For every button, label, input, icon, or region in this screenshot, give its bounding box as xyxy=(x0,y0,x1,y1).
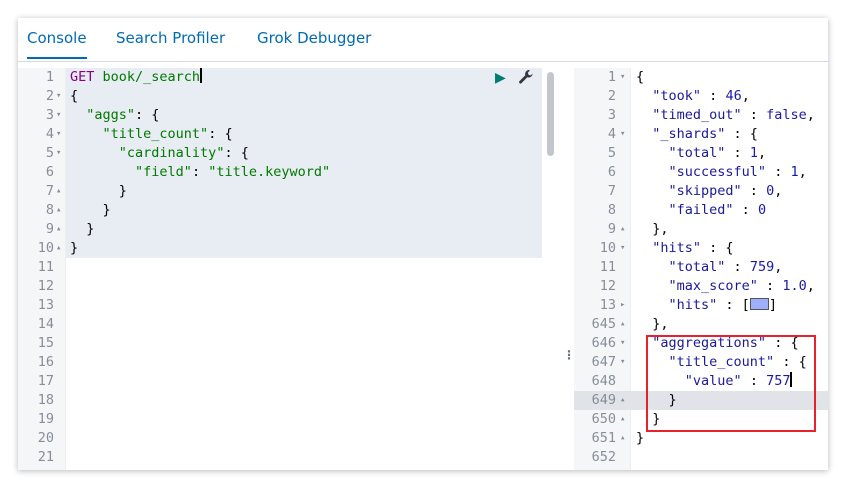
code-line[interactable]: "successful" : 1, xyxy=(636,163,807,182)
line-number: 3 xyxy=(45,107,54,123)
code-line[interactable]: "skipped" : 0, xyxy=(636,182,783,201)
line-number: 6 xyxy=(607,164,616,180)
tab-search-profiler[interactable]: Search Profiler xyxy=(116,29,225,47)
code-line[interactable]: "hits" : [] xyxy=(636,296,777,315)
code-line[interactable]: } xyxy=(70,182,127,201)
line-number: 645 xyxy=(591,316,616,332)
line-number: 649 xyxy=(591,392,616,408)
code-line[interactable]: "took" : 46, xyxy=(636,87,750,106)
fold-toggle-icon[interactable]: ▾ xyxy=(56,87,61,106)
code-line[interactable]: "title_count": { xyxy=(70,125,233,144)
line-number: 21 xyxy=(37,449,54,465)
fold-toggle-icon[interactable]: ▾ xyxy=(56,144,61,163)
line-number: 7 xyxy=(607,183,616,199)
line-number: 651 xyxy=(591,430,616,446)
line-number: 1 xyxy=(607,69,616,85)
line-number: 20 xyxy=(37,430,54,446)
line-number: 13 xyxy=(599,297,616,313)
fold-toggle-icon[interactable]: ▴ xyxy=(620,315,625,334)
line-number: 5 xyxy=(45,145,54,161)
line-number: 15 xyxy=(37,335,54,351)
line-number: 12 xyxy=(599,278,616,294)
code-line[interactable]: }, xyxy=(636,315,668,334)
fold-toggle-icon[interactable]: ▴ xyxy=(620,429,625,448)
fold-toggle-icon[interactable]: ▾ xyxy=(56,125,61,144)
code-line[interactable]: } xyxy=(636,429,644,448)
code-line[interactable]: "total" : 759, xyxy=(636,258,783,277)
fold-toggle-icon[interactable]: ▾ xyxy=(620,353,625,372)
line-number: 3 xyxy=(607,107,616,123)
line-number: 13 xyxy=(37,297,54,313)
fold-toggle-icon[interactable]: ▾ xyxy=(620,239,625,258)
line-number: 9 xyxy=(45,221,54,237)
line-number: 652 xyxy=(591,449,616,465)
line-number: 5 xyxy=(607,145,616,161)
line-number: 1 xyxy=(45,69,54,85)
line-number: 2 xyxy=(607,88,616,104)
fold-toggle-icon[interactable]: ▴ xyxy=(56,220,61,239)
line-number: 19 xyxy=(37,411,54,427)
line-number: 646 xyxy=(591,335,616,351)
line-number: 18 xyxy=(37,392,54,408)
fold-toggle-icon[interactable]: ▴ xyxy=(56,201,61,220)
code-line[interactable]: "timed_out" : false, xyxy=(636,106,815,125)
line-number: 10 xyxy=(599,240,616,256)
code-line[interactable]: "cardinality": { xyxy=(70,144,249,163)
tab-bar: Console Search Profiler Grok Debugger xyxy=(18,18,828,62)
code-line[interactable]: } xyxy=(70,220,94,239)
line-number: 14 xyxy=(37,316,54,332)
code-line[interactable]: "field": "title.keyword" xyxy=(70,163,330,182)
line-number: 11 xyxy=(37,259,54,275)
code-line[interactable]: "hits" : { xyxy=(636,239,733,258)
code-line[interactable]: "max_score" : 1.0, xyxy=(636,277,815,296)
code-line[interactable]: GET book/_search xyxy=(70,68,202,87)
fold-toggle-icon[interactable]: ▴ xyxy=(620,410,625,429)
code-line[interactable]: }, xyxy=(636,220,668,239)
fold-toggle-icon[interactable]: ▴ xyxy=(56,239,61,258)
code-line[interactable]: "_shards" : { xyxy=(636,125,758,144)
line-number: 8 xyxy=(45,202,54,218)
line-number: 7 xyxy=(45,183,54,199)
code-line[interactable]: } xyxy=(70,201,111,220)
line-number: 4 xyxy=(45,126,54,142)
line-number: 8 xyxy=(607,202,616,218)
code-line[interactable]: "total" : 1, xyxy=(636,144,767,163)
play-icon[interactable]: ▶ xyxy=(495,70,506,86)
fold-toggle-icon[interactable]: ▴ xyxy=(620,391,625,410)
fold-toggle-icon[interactable]: ▴ xyxy=(56,182,61,201)
line-number: 11 xyxy=(599,259,616,275)
line-number: 6 xyxy=(45,164,54,180)
fold-toggle-icon[interactable]: ▾ xyxy=(620,125,625,144)
request-scrollbar[interactable] xyxy=(547,72,554,156)
wrench-icon[interactable] xyxy=(518,69,534,89)
line-number: 650 xyxy=(591,411,616,427)
line-number: 17 xyxy=(37,373,54,389)
fold-toggle-icon[interactable]: ▸ xyxy=(620,296,625,315)
fold-toggle-icon[interactable]: ▾ xyxy=(620,68,625,87)
tab-console[interactable]: Console xyxy=(27,29,87,59)
line-number: 648 xyxy=(591,373,616,389)
fold-toggle-icon[interactable]: ▾ xyxy=(620,334,625,353)
code-line[interactable]: } xyxy=(70,239,78,258)
line-number: 2 xyxy=(45,88,54,104)
aggregation-highlight-box xyxy=(646,335,816,432)
code-line[interactable]: "aggs": { xyxy=(70,106,159,125)
tab-grok-debugger[interactable]: Grok Debugger xyxy=(257,29,371,47)
line-number: 10 xyxy=(37,240,54,256)
fold-toggle-icon[interactable]: ▾ xyxy=(56,106,61,125)
request-editor[interactable]: 1 GET book/_search 2 ▾{3 ▾ "aggs": {4 ▾ "titl… xyxy=(18,68,558,470)
console-window: Console Search Profiler Grok Debugger 1G… xyxy=(18,18,828,470)
code-line[interactable]: { xyxy=(636,68,644,87)
line-number: 9 xyxy=(607,221,616,237)
line-number: 16 xyxy=(37,354,54,370)
line-number: 647 xyxy=(591,354,616,370)
code-line[interactable]: "failed" : 0 xyxy=(636,201,767,220)
fold-toggle-icon[interactable]: ▴ xyxy=(620,220,625,239)
code-line[interactable]: { xyxy=(70,87,78,106)
line-number: 12 xyxy=(37,278,54,294)
line-number: 4 xyxy=(607,126,616,142)
